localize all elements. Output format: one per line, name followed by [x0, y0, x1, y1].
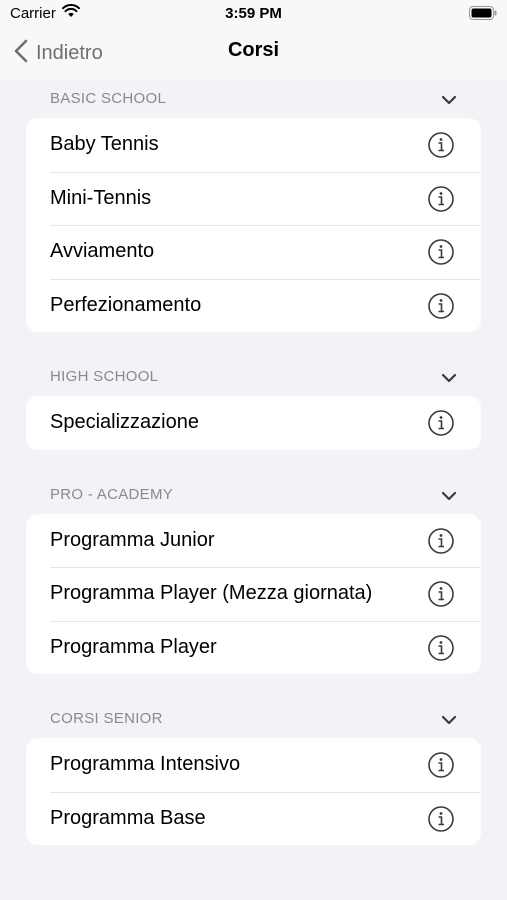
info-circle-icon[interactable] — [427, 409, 455, 442]
course-name: Perfezionamento — [50, 293, 202, 316]
info-circle-icon[interactable] — [427, 185, 455, 218]
section-header-corsi-senior[interactable]: CORSI SENIOR — [26, 700, 481, 738]
list-item[interactable]: Specializzazione — [26, 396, 481, 450]
info-circle-icon[interactable] — [427, 805, 455, 838]
course-name: Programma Player — [50, 635, 217, 658]
course-list: BASIC SCHOOL Baby Tennis Mini-Tennis Avv… — [0, 80, 507, 845]
section-header-pro-academy[interactable]: PRO - ACADEMY — [26, 476, 481, 514]
list-item[interactable]: Programma Player — [26, 620, 481, 675]
list-item[interactable]: Programma Base — [26, 791, 481, 846]
list-item[interactable]: Programma Junior — [26, 514, 481, 568]
chevron-down-icon[interactable] — [441, 488, 457, 506]
status-bar: Carrier 3:59 PM — [0, 0, 507, 28]
top-bar: Carrier 3:59 PM Indietro Corsi — [0, 0, 507, 80]
section-title: CORSI SENIOR — [50, 710, 163, 727]
page-title: Corsi — [227, 39, 280, 61]
list-item[interactable]: Perfezionamento — [26, 278, 481, 333]
course-name: Avviamento — [50, 240, 155, 263]
info-circle-icon[interactable] — [427, 131, 455, 164]
info-circle-icon[interactable] — [427, 580, 455, 613]
info-circle-icon[interactable] — [427, 634, 455, 667]
info-circle-icon[interactable] — [427, 238, 455, 271]
list-item[interactable]: Avviamento — [26, 225, 481, 279]
course-name: Programma Intensivo — [50, 753, 241, 776]
section-header-high-school[interactable]: HIGH SCHOOL — [26, 358, 481, 396]
course-name: Programma Player (Mezza giornata) — [50, 582, 373, 605]
course-name: Programma Junior — [50, 528, 215, 551]
battery-icon — [469, 6, 497, 25]
course-name: Specializzazione — [50, 411, 199, 434]
course-name: Mini-Tennis — [50, 186, 152, 209]
section-card-basic-school: Baby Tennis Mini-Tennis Avviamento Perfe… — [26, 118, 481, 332]
info-circle-icon[interactable] — [427, 527, 455, 560]
section-title: PRO - ACADEMY — [50, 485, 174, 503]
section-card-corsi-senior: Programma Intensivo Programma Base — [26, 738, 481, 845]
section-card-high-school: Specializzazione — [26, 396, 481, 450]
section-title: HIGH SCHOOL — [50, 368, 159, 385]
chevron-down-icon[interactable] — [441, 712, 457, 730]
list-item[interactable]: Mini-Tennis — [26, 171, 481, 226]
section-header-basic-school[interactable]: BASIC SCHOOL — [26, 80, 481, 118]
course-name: Baby Tennis — [50, 133, 159, 156]
list-item[interactable]: Programma Player (Mezza giornata) — [26, 567, 481, 621]
info-circle-icon[interactable] — [427, 751, 455, 784]
list-item[interactable]: Programma Intensivo — [26, 738, 481, 792]
navigation-bar: Indietro Corsi — [0, 30, 507, 76]
chevron-down-icon[interactable] — [441, 370, 457, 388]
course-name: Programma Base — [50, 806, 206, 829]
info-circle-icon[interactable] — [427, 292, 455, 325]
list-item[interactable]: Baby Tennis — [26, 118, 481, 172]
chevron-down-icon[interactable] — [441, 92, 457, 110]
section-title: BASIC SCHOOL — [50, 90, 167, 107]
clock-label: 3:59 PM — [225, 5, 282, 22]
section-card-pro-academy: Programma Junior Programma Player (Mezza… — [26, 513, 481, 675]
